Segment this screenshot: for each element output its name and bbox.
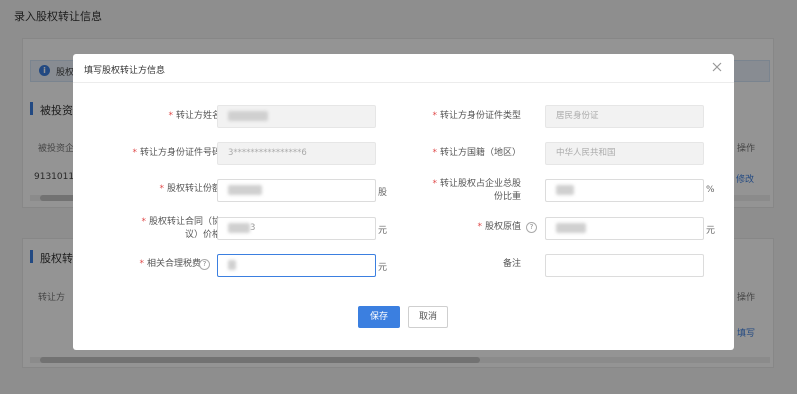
unit-percent: % xyxy=(706,185,715,195)
remark-input[interactable] xyxy=(545,254,704,277)
label-tax-fees: * 相关合理税费 xyxy=(139,259,201,269)
help-icon[interactable]: ? xyxy=(526,222,537,233)
label-original-value: * 股权原值 xyxy=(477,222,521,232)
label-remark: 备注 xyxy=(502,259,521,269)
label-id-number: * 转让方身份证件号码 xyxy=(132,148,221,158)
id-number-field[interactable]: 3****************6 xyxy=(217,142,376,165)
nationality-field[interactable]: 中华人民共和国 xyxy=(545,142,704,165)
save-button[interactable]: 保存 xyxy=(358,306,400,328)
label-transferor-name: * 转让方姓名 xyxy=(168,111,221,121)
unit-yuan: 元 xyxy=(378,226,388,236)
label-nationality: * 转让方国籍（地区） xyxy=(432,148,521,158)
transferor-dialog: 填写股权转让方信息 * 转让方姓名 * 转让方身份证件类型 居民身份证 * 转让方身份… xyxy=(73,54,734,350)
help-icon[interactable]: ? xyxy=(199,259,210,270)
dialog-title: 填写股权转让方信息 xyxy=(84,66,166,76)
original-value-input[interactable] xyxy=(545,217,704,240)
unit-yuan: 元 xyxy=(378,263,388,273)
label-id-type: * 转让方身份证件类型 xyxy=(432,111,521,121)
unit-yuan: 元 xyxy=(706,226,716,236)
unit-shares: 股 xyxy=(378,188,388,198)
tax-fees-input[interactable] xyxy=(217,254,376,277)
transfer-amount-input[interactable] xyxy=(217,179,376,202)
contract-price-input[interactable]: 3 xyxy=(217,217,376,240)
label-transfer-amount: * 股权转让份额 xyxy=(159,184,221,194)
dialog-header: 填写股权转让方信息 xyxy=(73,54,734,83)
label-contract-price: * 股权转让合同（协 议）价格 xyxy=(141,217,221,240)
id-type-field[interactable]: 居民身份证 xyxy=(545,105,704,128)
label-equity-ratio: * 转让股权占企业总股 份比重 xyxy=(432,179,521,202)
equity-ratio-input[interactable] xyxy=(545,179,704,202)
transferor-name-field[interactable] xyxy=(217,105,376,128)
cancel-button[interactable]: 取消 xyxy=(408,306,448,328)
close-icon[interactable] xyxy=(710,60,724,74)
